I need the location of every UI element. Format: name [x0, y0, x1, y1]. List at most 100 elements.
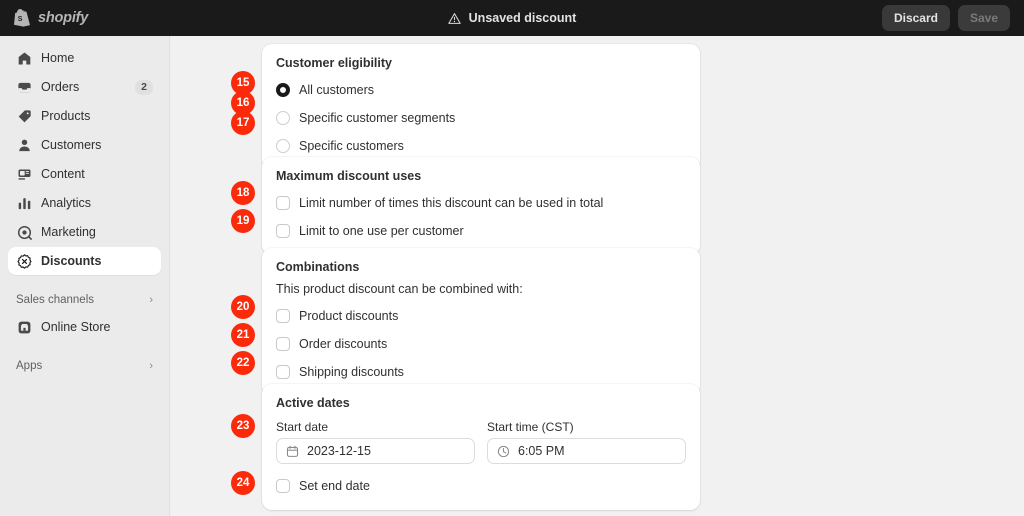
active-dates-card: Active dates Start date 2023-12-15 Start…	[262, 384, 700, 510]
customer-eligibility-card: Customer eligibility All customers Speci…	[262, 44, 700, 170]
checkbox-limit-one-per-customer[interactable]: Limit to one use per customer	[276, 221, 686, 241]
clock-icon	[497, 445, 510, 458]
sidebar-label-online-store: Online Store	[41, 320, 111, 334]
customers-icon	[16, 137, 32, 153]
main-content: Customer eligibility All customers Speci…	[170, 36, 1024, 516]
chevron-right-icon: ›	[149, 293, 153, 306]
top-bar: S shopify Unsaved discount Discard Save	[0, 0, 1024, 36]
shopify-brand[interactable]: S shopify	[14, 8, 214, 28]
sidebar-item-customers[interactable]: Customers	[8, 131, 161, 159]
store-icon	[16, 319, 32, 335]
sidebar-label-marketing: Marketing	[41, 225, 96, 239]
checkbox-indicator[interactable]	[276, 479, 290, 493]
sidebar-label-orders: Orders	[41, 80, 80, 94]
start-time-field: Start time (CST) 6:05 PM	[487, 420, 686, 464]
marker-badge-17: 17	[231, 111, 255, 135]
marker-badge-20: 20	[231, 295, 255, 319]
checkbox-label-one-per-customer: Limit to one use per customer	[299, 224, 464, 238]
sidebar-item-products[interactable]: Products	[8, 102, 161, 130]
sidebar-item-content[interactable]: Content	[8, 160, 161, 188]
sidebar-label-content: Content	[41, 167, 85, 181]
sidebar-label-customers: Customers	[41, 138, 102, 152]
marker-badge-18: 18	[231, 181, 255, 205]
marker-badge-23: 23	[231, 414, 255, 438]
checkbox-set-end-date[interactable]: Set end date	[276, 476, 686, 496]
sidebar-section-apps[interactable]: Apps ›	[8, 353, 161, 379]
marker-badge-24: 24	[231, 471, 255, 495]
radio-label-specific-customers: Specific customers	[299, 139, 404, 153]
products-icon	[16, 108, 32, 124]
orders-icon	[16, 79, 32, 95]
card-title-eligibility: Customer eligibility	[276, 56, 392, 70]
checkbox-indicator[interactable]	[276, 196, 290, 210]
shopify-wordmark: shopify	[38, 10, 89, 26]
sales-channels-label: Sales channels	[16, 294, 94, 306]
maximum-discount-uses-card: Maximum discount uses Limit number of ti…	[262, 157, 700, 255]
radio-label-specific-segments: Specific customer segments	[299, 111, 456, 125]
marker-badge-22: 22	[231, 351, 255, 375]
sidebar: Home Orders 2 Products Customers Content…	[0, 36, 170, 516]
unsaved-label: Unsaved discount	[468, 11, 577, 25]
checkbox-order-discounts[interactable]: Order discounts	[276, 334, 686, 354]
combinations-subtitle: This product discount can be combined wi…	[276, 282, 523, 296]
analytics-icon	[16, 195, 32, 211]
checkbox-indicator[interactable]	[276, 365, 290, 379]
apps-label: Apps	[16, 360, 43, 372]
sidebar-label-discounts: Discounts	[41, 254, 102, 268]
sidebar-item-analytics[interactable]: Analytics	[8, 189, 161, 217]
checkbox-label-limit-total: Limit number of times this discount can …	[299, 196, 604, 210]
sidebar-item-online-store[interactable]: Online Store	[8, 313, 161, 341]
marker-badge-21: 21	[231, 323, 255, 347]
checkbox-indicator[interactable]	[276, 337, 290, 351]
sidebar-item-marketing[interactable]: Marketing	[8, 218, 161, 246]
start-time-label: Start time (CST)	[487, 420, 574, 434]
checkbox-limit-total-uses[interactable]: Limit number of times this discount can …	[276, 193, 686, 213]
start-date-label: Start date	[276, 420, 329, 434]
start-time-input[interactable]: 6:05 PM	[487, 438, 686, 464]
card-title-active-dates: Active dates	[276, 396, 350, 410]
svg-text:S: S	[18, 16, 23, 23]
start-date-input[interactable]: 2023-12-15	[276, 438, 475, 464]
orders-count-badge: 2	[135, 79, 153, 95]
save-button[interactable]: Save	[957, 5, 1010, 31]
checkbox-product-discounts[interactable]: Product discounts	[276, 306, 686, 326]
start-date-value: 2023-12-15	[307, 444, 371, 458]
sidebar-label-analytics: Analytics	[41, 196, 92, 210]
sidebar-section-sales-channels[interactable]: Sales channels ›	[8, 287, 161, 313]
checkbox-shipping-discounts[interactable]: Shipping discounts	[276, 362, 686, 382]
home-icon	[16, 50, 32, 66]
sidebar-item-orders[interactable]: Orders 2	[8, 73, 161, 101]
sidebar-label-products: Products	[41, 109, 91, 123]
radio-indicator[interactable]	[276, 83, 290, 97]
marker-badge-19: 19	[231, 209, 255, 233]
date-time-row: Start date 2023-12-15 Start time (CST) 6…	[276, 420, 686, 464]
radio-specific-customer-segments[interactable]: Specific customer segments	[276, 108, 686, 128]
radio-all-customers[interactable]: All customers	[276, 80, 686, 100]
radio-specific-customers[interactable]: Specific customers	[276, 136, 686, 156]
card-title-max-uses: Maximum discount uses	[276, 169, 422, 183]
start-time-value: 6:05 PM	[518, 444, 565, 458]
warning-triangle-icon	[447, 12, 461, 25]
radio-indicator[interactable]	[276, 139, 290, 153]
card-title-combinations: Combinations	[276, 260, 360, 274]
radio-indicator[interactable]	[276, 111, 290, 125]
discounts-icon	[16, 253, 32, 269]
checkbox-indicator[interactable]	[276, 224, 290, 238]
sidebar-item-home[interactable]: Home	[8, 44, 161, 72]
shopify-bag-icon: S	[14, 8, 31, 28]
sidebar-item-discounts[interactable]: Discounts	[8, 247, 161, 275]
sidebar-label-home: Home	[41, 51, 75, 65]
topbar-actions: Discard Save	[881, 5, 1010, 31]
checkbox-indicator[interactable]	[276, 309, 290, 323]
radio-label-all-customers: All customers	[299, 83, 375, 97]
discard-button[interactable]: Discard	[881, 5, 950, 31]
marketing-icon	[16, 224, 32, 240]
combinations-card: Combinations This product discount can b…	[262, 248, 700, 396]
checkbox-label-order-discounts: Order discounts	[299, 337, 388, 351]
start-date-field: Start date 2023-12-15	[276, 420, 475, 464]
calendar-icon	[286, 445, 299, 458]
content-icon	[16, 166, 32, 182]
checkbox-label-set-end-date: Set end date	[299, 479, 370, 493]
checkbox-label-product-discounts: Product discounts	[299, 309, 399, 323]
chevron-right-icon: ›	[149, 359, 153, 372]
